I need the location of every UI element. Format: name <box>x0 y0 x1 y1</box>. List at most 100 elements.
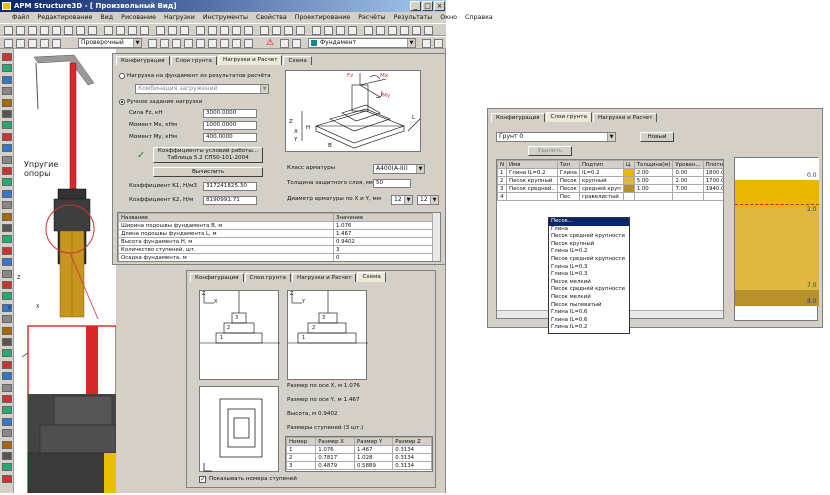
tool-icon[interactable] <box>160 39 169 48</box>
viewport-3d[interactable]: Упругие опоры Z Y X <box>8 49 117 494</box>
cut-icon[interactable] <box>156 26 165 35</box>
menu-design[interactable]: Проектирование <box>295 14 351 21</box>
tool-icon[interactable] <box>2 383 12 392</box>
layer-color-swatch[interactable] <box>622 176 635 185</box>
tab-soil-layers[interactable]: Слои грунта <box>545 112 592 122</box>
tool-icon[interactable] <box>376 26 385 35</box>
maximize-button[interactable]: □ <box>422 1 433 11</box>
soil-select[interactable]: Грунт 0 ▼ <box>496 132 616 142</box>
menu-edit[interactable]: Редактирование <box>37 14 92 21</box>
tool-icon[interactable] <box>2 406 12 415</box>
tool-icon[interactable] <box>2 452 12 460</box>
show-steps-checkbox[interactable]: ✓ <box>199 476 206 483</box>
tool-icon[interactable] <box>2 360 12 369</box>
tool-icon[interactable] <box>400 26 409 35</box>
tool-icon[interactable] <box>2 98 12 107</box>
tool-icon[interactable] <box>284 26 293 35</box>
k2-value[interactable]: 8190991.71 <box>203 196 257 205</box>
warning-icon[interactable]: ⚠ <box>266 38 274 48</box>
tool-icon[interactable] <box>2 474 12 483</box>
tool-icon[interactable] <box>2 463 12 472</box>
tool-icon[interactable] <box>2 349 12 358</box>
menu-tools[interactable]: Инструменты <box>203 14 248 21</box>
list-item[interactable]: Глина IL=0.2 <box>549 248 629 256</box>
list-item[interactable]: Песок пылеватый <box>549 302 629 310</box>
tool-icon[interactable] <box>208 39 217 48</box>
tool-icon[interactable] <box>196 39 205 48</box>
tool-icon[interactable] <box>208 26 217 35</box>
cover-input[interactable]: 50 <box>373 179 411 188</box>
tool-icon[interactable] <box>2 224 12 232</box>
tool-icon[interactable] <box>2 75 12 84</box>
tool-icon[interactable] <box>296 26 305 35</box>
menu-loads[interactable]: Нагрузки <box>164 14 195 21</box>
tool-icon[interactable] <box>2 395 12 403</box>
tab-loads-calc[interactable]: Нагрузки и Расчет <box>592 113 658 122</box>
list-item[interactable]: Глина IL=0.6 <box>549 317 629 325</box>
tool-icon[interactable] <box>196 26 205 35</box>
tool-icon[interactable] <box>312 26 321 35</box>
tool-icon[interactable] <box>280 39 289 48</box>
tool-icon[interactable] <box>16 39 25 48</box>
tool-icon[interactable] <box>220 26 229 35</box>
minimize-button[interactable]: _ <box>410 1 421 11</box>
moment-my-input[interactable]: 400.0000 <box>203 133 257 142</box>
new-soil-button[interactable]: Новый <box>640 132 674 142</box>
tool-icon[interactable] <box>2 429 12 438</box>
tool-icon[interactable] <box>2 64 12 73</box>
tool-icon[interactable] <box>2 258 12 267</box>
tool-icon[interactable] <box>2 144 12 153</box>
tool-icon[interactable] <box>52 26 61 35</box>
tool-icon[interactable] <box>2 269 12 278</box>
tab-configuration[interactable]: Конфигурация <box>116 56 170 65</box>
tool-icon[interactable] <box>64 26 73 35</box>
tool-icon[interactable] <box>232 26 241 35</box>
list-item[interactable]: Песок крупный <box>549 241 629 249</box>
list-item[interactable]: Песок... <box>549 218 629 226</box>
list-item[interactable]: Глина IL=0.6 <box>549 309 629 317</box>
layer-color-swatch[interactable] <box>622 184 635 193</box>
tool-icon[interactable] <box>244 26 253 35</box>
moment-mx-input[interactable]: 1000.0000 <box>203 121 257 130</box>
print-icon[interactable] <box>140 26 149 35</box>
tab-soil-layers[interactable]: Слои грунта <box>244 273 291 282</box>
tool-icon[interactable] <box>16 26 25 35</box>
tool-icon[interactable] <box>232 39 241 48</box>
tab-scheme[interactable]: Схема <box>283 56 312 65</box>
list-item[interactable]: Песок средней крупности <box>549 286 629 294</box>
tool-icon[interactable] <box>2 212 12 221</box>
new-file-icon[interactable] <box>104 26 113 35</box>
list-item[interactable]: Глина IL=0.2 <box>549 324 629 332</box>
tool-icon[interactable] <box>28 26 37 35</box>
tool-icon[interactable] <box>4 39 13 48</box>
tool-icon[interactable] <box>2 246 12 255</box>
tool-icon[interactable] <box>2 121 12 130</box>
menu-properties[interactable]: Свойства <box>256 14 287 21</box>
tool-icon[interactable] <box>2 235 12 244</box>
tool-icon[interactable] <box>364 26 373 35</box>
element-combo[interactable]: Фундамент ▼ <box>308 38 416 48</box>
table-row[interactable]: 4 Пес гравелистый <box>497 192 723 201</box>
paste-icon[interactable] <box>180 26 189 35</box>
tool-icon[interactable] <box>52 39 61 48</box>
list-item[interactable]: Песок средней крупности <box>549 233 629 241</box>
tab-configuration[interactable]: Конфигурация <box>491 113 545 122</box>
table-row[interactable]: 2Песок крупныйПесоккрупный 5.002.001700.0… <box>497 176 723 185</box>
tab-scheme[interactable]: Схема <box>357 272 386 282</box>
tab-loads-calc[interactable]: Нагрузки и Расчет <box>217 55 283 65</box>
close-button[interactable]: × <box>434 1 445 11</box>
menu-file[interactable]: Файл <box>12 14 29 21</box>
soil-type-dropdown[interactable]: Песок... Глина Песок средней крупности П… <box>548 217 630 334</box>
tool-icon[interactable] <box>2 178 12 187</box>
load-combination-select[interactable]: Комбинация загружений ▼ <box>135 84 269 94</box>
layer-color-swatch[interactable] <box>622 168 635 177</box>
tool-icon[interactable] <box>148 39 157 48</box>
save-icon[interactable] <box>128 26 137 35</box>
tool-icon[interactable] <box>348 26 357 35</box>
tab-configuration[interactable]: Конфигурация <box>190 273 244 282</box>
tool-icon[interactable] <box>260 26 269 35</box>
tab-loads-calc[interactable]: Нагрузки и Расчет <box>291 273 357 282</box>
results-scrollbar[interactable] <box>432 213 440 261</box>
k1-value[interactable]: 317241825.30 <box>203 182 257 191</box>
menu-help[interactable]: Справка <box>465 14 493 21</box>
